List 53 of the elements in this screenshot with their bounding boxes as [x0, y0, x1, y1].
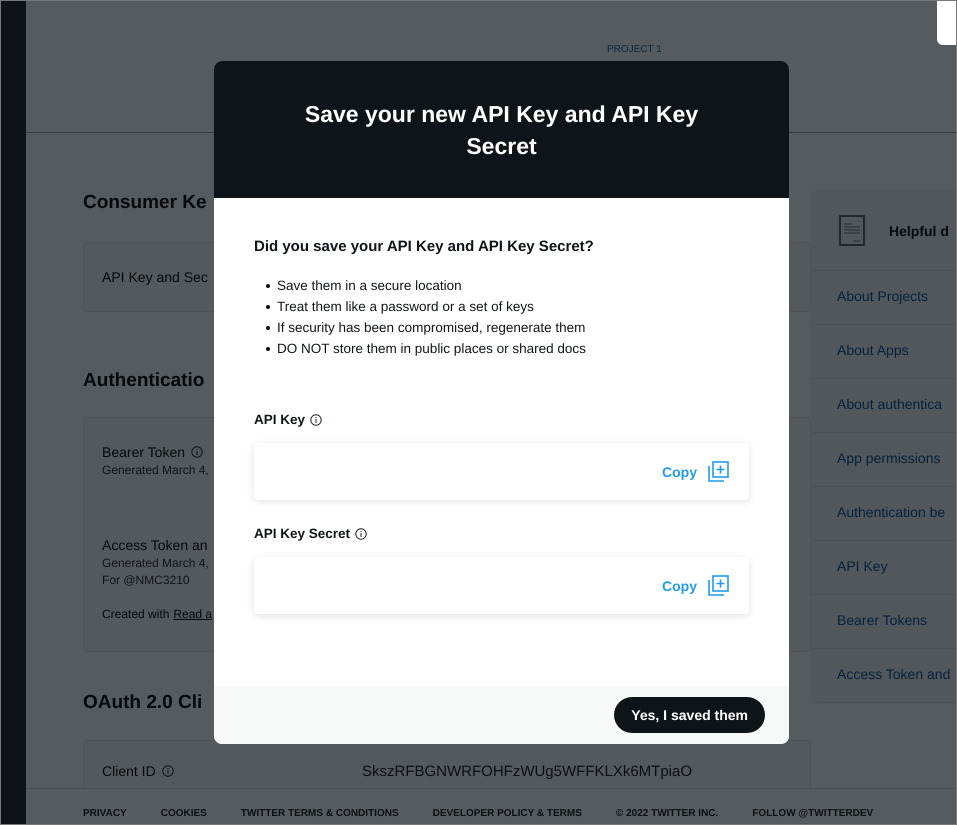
tip-text: DO NOT store them in public places or shared docs — [277, 340, 586, 357]
doc-link[interactable]: App permissions — [811, 433, 956, 487]
row-label: Client ID — [102, 763, 156, 779]
key-field[interactable]: Copy — [254, 443, 749, 500]
document-icon — [839, 215, 865, 246]
bullet-icon — [266, 284, 270, 288]
field-label: API Key Secret — [254, 526, 350, 541]
doc-link[interactable]: Access Token and — [811, 649, 956, 703]
info-icon — [310, 414, 322, 426]
section-heading: Authenticatio — [83, 370, 206, 392]
section-heading: Consumer Ke — [83, 192, 208, 214]
doc-link[interactable]: About authentica — [811, 379, 956, 433]
tip-text: Treat them like a password or a set of keys — [277, 298, 534, 315]
client-id-value: SkszRFBGNWRFOHFzWUg5WFFKLXk6MTpiaO — [362, 763, 692, 780]
field-label: API Key — [254, 412, 306, 427]
doc-link[interactable]: API Key — [811, 541, 956, 595]
permission-link[interactable]: Read a — [173, 607, 212, 621]
info-icon — [162, 765, 174, 777]
footer-link[interactable]: PRIVACY — [83, 808, 127, 824]
tip-text: Save them in a secure location — [277, 277, 462, 294]
doc-link[interactable]: About Apps — [811, 325, 956, 379]
generated-date: Generated March 4, — [102, 556, 209, 570]
confirm-button[interactable]: Yes, I saved them — [614, 697, 765, 733]
footer-link[interactable]: DEVELOPER POLICY & TERMS — [432, 808, 582, 824]
dialog-question: Did you save your API Key and API Key Secret? — [254, 238, 595, 255]
generated-date: Generated March 4, — [102, 463, 209, 477]
section-heading: OAuth 2.0 Cli — [83, 692, 204, 714]
info-icon — [191, 446, 204, 458]
copy-icon[interactable] — [708, 575, 729, 596]
row-label: API Key and Sec — [102, 269, 208, 285]
doc-link[interactable]: About Projects — [811, 271, 956, 325]
dialog-title: Save your new API Key and API Key Secret — [304, 100, 700, 160]
project-label: PROJECT 1 — [607, 44, 663, 56]
doc-link[interactable]: Authentication be — [811, 487, 956, 541]
created-text: Created with — [102, 607, 170, 621]
copy-button[interactable]: Copy — [662, 464, 697, 480]
bullet-icon — [266, 326, 270, 330]
bullet-icon — [266, 304, 270, 308]
copy-button[interactable]: Copy — [662, 578, 697, 594]
account-handle: For @NMC3210 — [102, 573, 190, 587]
doc-link[interactable]: Bearer Tokens — [811, 595, 956, 649]
info-icon — [355, 528, 368, 540]
copyright-text: © 2022 TWITTER INC. — [616, 808, 718, 821]
follow-link[interactable]: FOLLOW @TWITTERDEV — [752, 808, 874, 824]
copy-icon[interactable] — [708, 461, 729, 482]
footer-link[interactable]: COOKIES — [160, 808, 207, 824]
tip-text: If security has been compromised, regenerate them — [277, 319, 586, 336]
panel-title: Helpful d — [889, 222, 949, 238]
key-field[interactable]: Copy — [254, 557, 749, 614]
row-label: Bearer Token — [102, 444, 186, 460]
footer-link[interactable]: TWITTER TERMS & CONDITIONS — [240, 808, 399, 824]
row-label: Access Token an — [102, 537, 208, 553]
bullet-icon — [266, 346, 270, 350]
